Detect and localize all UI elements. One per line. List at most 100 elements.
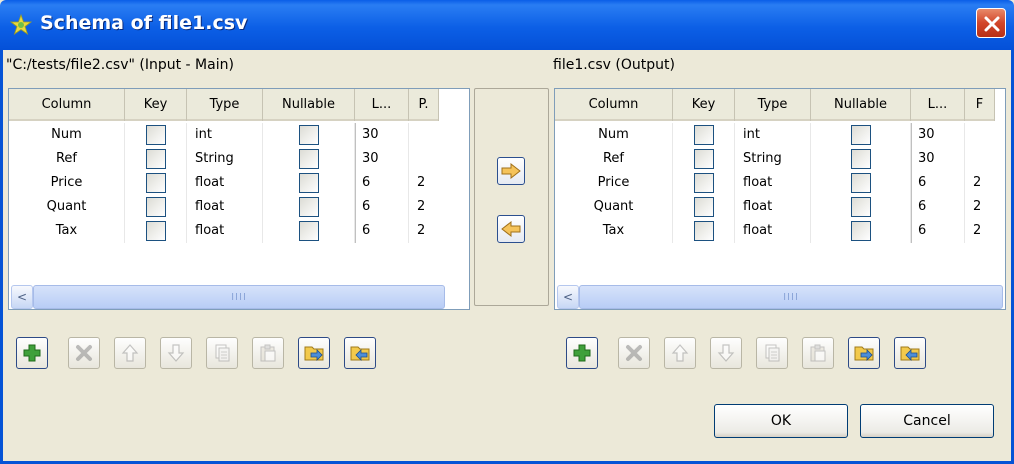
scroll-thumb[interactable]: IIII — [579, 285, 1003, 309]
column-header-nullable[interactable]: Nullable — [811, 89, 911, 121]
table-row[interactable]: Tax float 6 2 — [9, 219, 439, 243]
type-cell[interactable]: float — [735, 171, 811, 195]
move-up-button[interactable] — [114, 337, 146, 369]
import-schema-button[interactable] — [848, 337, 880, 369]
precision-cell[interactable]: 2 — [965, 219, 995, 243]
key-checkbox[interactable] — [693, 125, 714, 145]
remove-row-button[interactable] — [618, 337, 650, 369]
column-name-cell[interactable]: Ref — [9, 147, 125, 171]
import-schema-button[interactable] — [298, 337, 330, 369]
nullable-checkbox[interactable] — [298, 173, 319, 193]
key-checkbox[interactable] — [693, 149, 714, 169]
key-checkbox[interactable] — [145, 149, 166, 169]
table-row[interactable]: Tax float 6 2 — [555, 219, 995, 243]
nullable-checkbox[interactable] — [850, 125, 871, 145]
nullable-checkbox[interactable] — [850, 221, 871, 241]
close-button[interactable] — [976, 8, 1006, 38]
precision-cell[interactable] — [409, 123, 439, 147]
precision-cell[interactable] — [409, 147, 439, 171]
paste-button[interactable] — [252, 337, 284, 369]
length-cell[interactable]: 30 — [911, 123, 965, 147]
length-cell[interactable]: 6 — [355, 195, 409, 219]
key-checkbox[interactable] — [145, 125, 166, 145]
horizontal-scrollbar[interactable]: < IIII — [11, 285, 445, 309]
precision-cell[interactable]: 2 — [965, 195, 995, 219]
add-row-button[interactable] — [16, 337, 48, 369]
column-header-type[interactable]: Type — [187, 89, 263, 121]
remove-row-button[interactable] — [68, 337, 100, 369]
column-header-precision[interactable]: F — [965, 89, 995, 121]
move-down-button[interactable] — [160, 337, 192, 369]
copy-button[interactable] — [206, 337, 238, 369]
move-down-button[interactable] — [710, 337, 742, 369]
column-name-cell[interactable]: Num — [555, 123, 673, 147]
type-cell[interactable]: float — [187, 195, 263, 219]
type-cell[interactable]: int — [735, 123, 811, 147]
input-schema-table[interactable]: Column Key Type Nullable L... P. Num int 3… — [8, 88, 470, 310]
nullable-checkbox[interactable] — [850, 173, 871, 193]
scroll-left-button[interactable]: < — [11, 285, 33, 309]
key-checkbox[interactable] — [693, 173, 714, 193]
length-cell[interactable]: 6 — [911, 195, 965, 219]
key-checkbox[interactable] — [145, 173, 166, 193]
length-cell[interactable]: 6 — [355, 219, 409, 243]
type-cell[interactable]: float — [187, 171, 263, 195]
key-checkbox[interactable] — [145, 221, 166, 241]
type-cell[interactable]: String — [187, 147, 263, 171]
key-checkbox[interactable] — [693, 197, 714, 217]
type-cell[interactable]: float — [735, 195, 811, 219]
precision-cell[interactable]: 2 — [409, 195, 439, 219]
table-row[interactable]: Ref String 30 — [555, 147, 995, 171]
nullable-checkbox[interactable] — [850, 149, 871, 169]
column-header-precision[interactable]: P. — [409, 89, 439, 121]
scroll-left-button[interactable]: < — [557, 285, 579, 309]
length-cell[interactable]: 30 — [911, 147, 965, 171]
nullable-checkbox[interactable] — [850, 197, 871, 217]
output-schema-table[interactable]: Column Key Type Nullable L... F Num int 30… — [554, 88, 1006, 310]
copy-right-button[interactable] — [497, 157, 525, 185]
column-header-key[interactable]: Key — [673, 89, 735, 121]
cancel-button[interactable]: Cancel — [860, 404, 994, 438]
scroll-thumb[interactable]: IIII — [33, 285, 445, 309]
nullable-checkbox[interactable] — [298, 221, 319, 241]
add-row-button[interactable] — [566, 337, 598, 369]
column-name-cell[interactable]: Quant — [9, 195, 125, 219]
copy-left-button[interactable] — [497, 215, 525, 243]
length-cell[interactable]: 6 — [911, 171, 965, 195]
table-row[interactable]: Quant float 6 2 — [555, 195, 995, 219]
column-header-key[interactable]: Key — [125, 89, 187, 121]
table-row[interactable]: Ref String 30 — [9, 147, 439, 171]
column-header-length[interactable]: L... — [911, 89, 965, 121]
horizontal-scrollbar[interactable]: < IIII — [557, 285, 1003, 309]
table-row[interactable]: Price float 6 2 — [555, 171, 995, 195]
type-cell[interactable]: float — [735, 219, 811, 243]
table-row[interactable]: Quant float 6 2 — [9, 195, 439, 219]
type-cell[interactable]: float — [187, 219, 263, 243]
column-header-column[interactable]: Column — [9, 89, 125, 121]
column-header-length[interactable]: L... — [355, 89, 409, 121]
column-header-type[interactable]: Type — [735, 89, 811, 121]
length-cell[interactable]: 6 — [911, 219, 965, 243]
precision-cell[interactable]: 2 — [409, 219, 439, 243]
type-cell[interactable]: String — [735, 147, 811, 171]
length-cell[interactable]: 30 — [355, 123, 409, 147]
nullable-checkbox[interactable] — [298, 197, 319, 217]
nullable-checkbox[interactable] — [298, 149, 319, 169]
column-header-nullable[interactable]: Nullable — [263, 89, 355, 121]
column-name-cell[interactable]: Price — [9, 171, 125, 195]
column-name-cell[interactable]: Num — [9, 123, 125, 147]
precision-cell[interactable]: 2 — [409, 171, 439, 195]
precision-cell[interactable]: 2 — [965, 171, 995, 195]
export-schema-button[interactable] — [344, 337, 376, 369]
nullable-checkbox[interactable] — [298, 125, 319, 145]
column-name-cell[interactable]: Tax — [555, 219, 673, 243]
precision-cell[interactable] — [965, 147, 995, 171]
table-row[interactable]: Num int 30 — [555, 123, 995, 147]
length-cell[interactable]: 30 — [355, 147, 409, 171]
table-row[interactable]: Num int 30 — [9, 123, 439, 147]
key-checkbox[interactable] — [693, 221, 714, 241]
length-cell[interactable]: 6 — [355, 171, 409, 195]
move-up-button[interactable] — [664, 337, 696, 369]
paste-button[interactable] — [802, 337, 834, 369]
precision-cell[interactable] — [965, 123, 995, 147]
